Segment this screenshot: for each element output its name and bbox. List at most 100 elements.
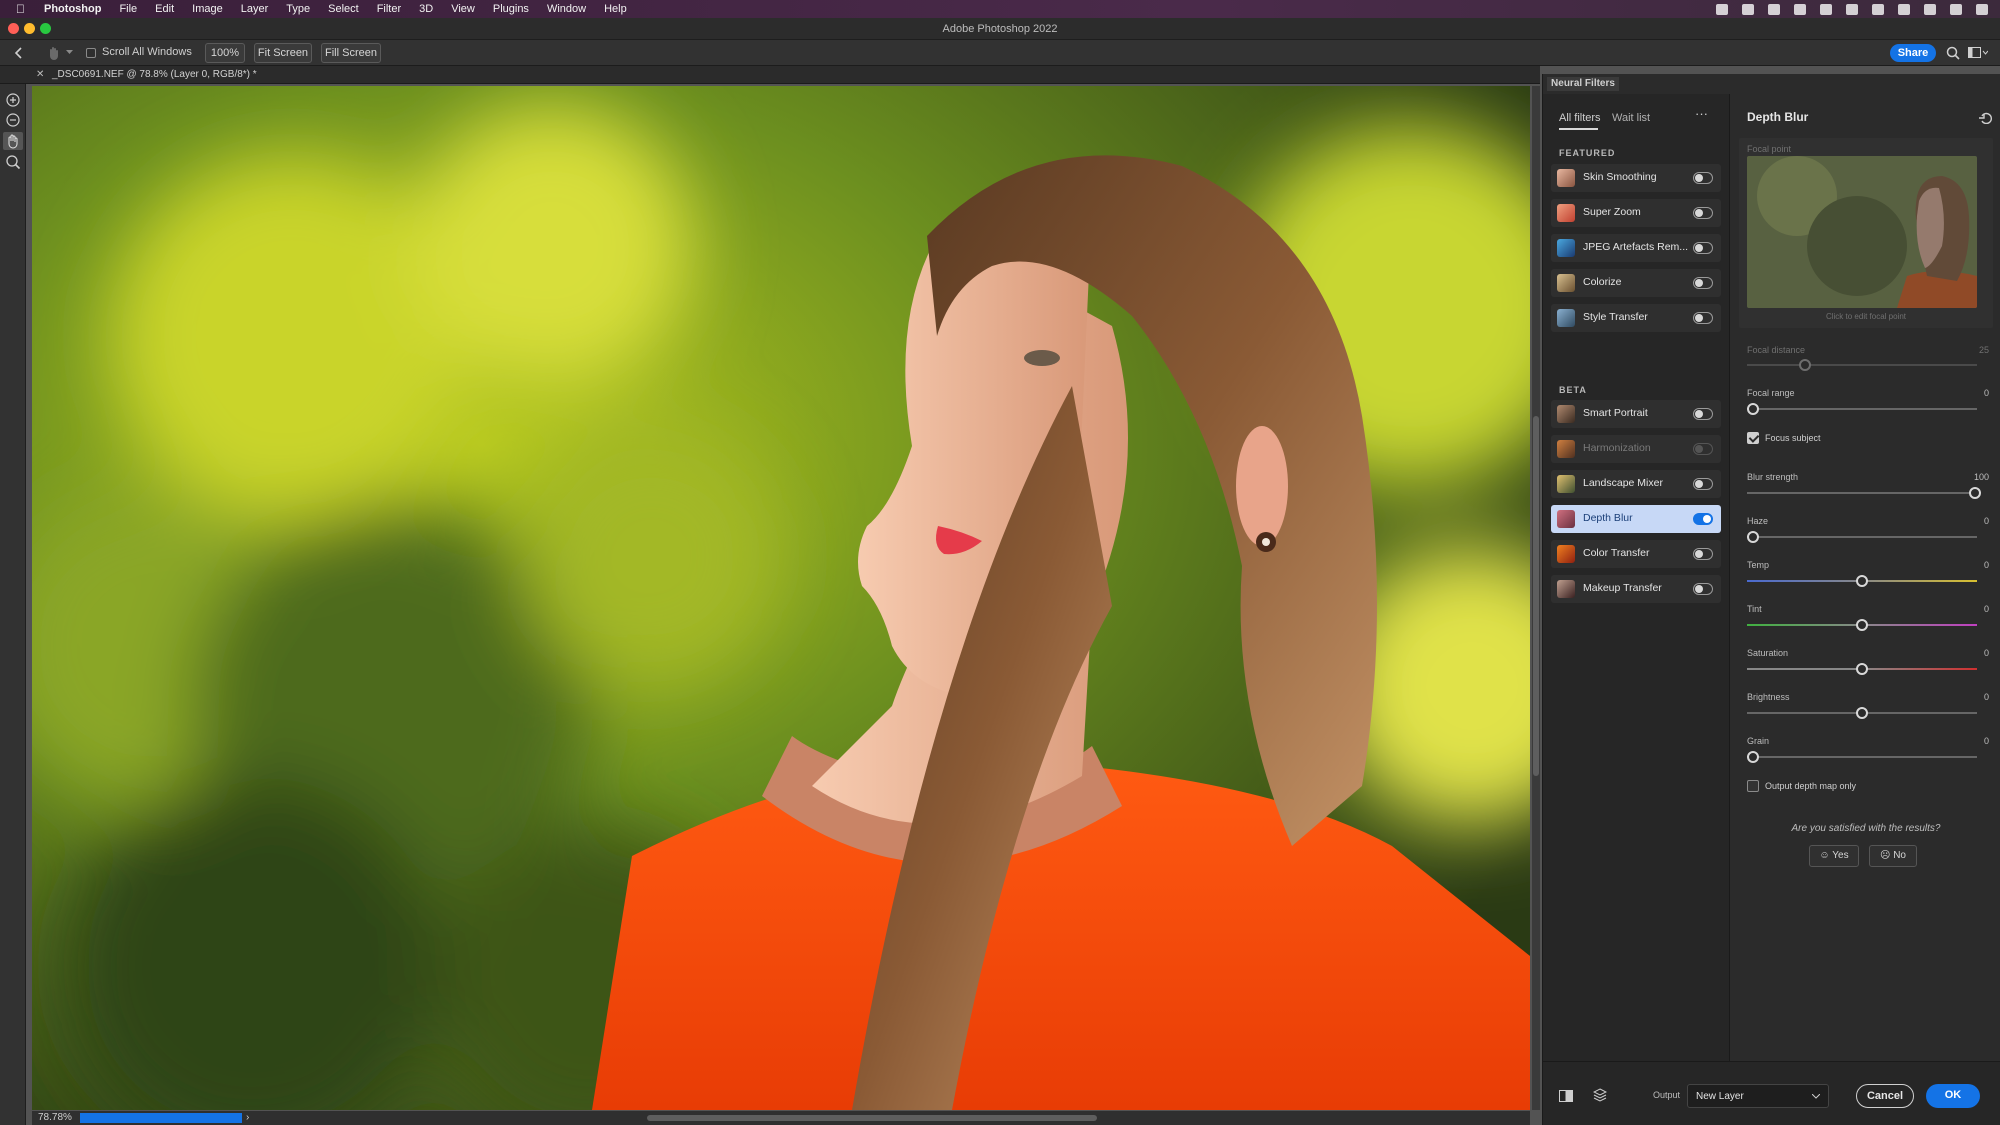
menu-filter[interactable]: Filter <box>368 0 410 18</box>
share-button[interactable]: Share <box>1890 44 1936 62</box>
close-document-icon[interactable]: ✕ <box>36 66 44 84</box>
notification-icon[interactable] <box>1976 3 1988 15</box>
scroll-all-windows-checkbox[interactable] <box>86 48 96 58</box>
workspace-icon[interactable] <box>1968 47 1988 59</box>
temp-slider-handle[interactable] <box>1856 575 1868 587</box>
minimize-window-icon[interactable] <box>24 23 35 34</box>
horizontal-scroll-thumb[interactable] <box>647 1115 1097 1121</box>
menu-window[interactable]: Window <box>538 0 595 18</box>
document-tab-title[interactable]: _DSC0691.NEF @ 78.8% (Layer 0, RGB/8*) * <box>52 66 257 84</box>
filter-toggle[interactable] <box>1693 548 1713 560</box>
focal-range-track[interactable] <box>1747 408 1977 410</box>
layers-preview-icon[interactable] <box>1593 1088 1607 1104</box>
play-icon[interactable] <box>1820 3 1832 15</box>
menu-select[interactable]: Select <box>319 0 368 18</box>
close-window-icon[interactable] <box>8 23 19 34</box>
grain-track[interactable] <box>1747 756 1977 758</box>
canvas-vertical-scrollbar[interactable] <box>1532 86 1540 1110</box>
filter-makeup-transfer[interactable]: Makeup Transfer <box>1551 575 1721 603</box>
status-expand-icon[interactable]: › <box>246 1111 249 1125</box>
haze-slider-handle[interactable] <box>1747 531 1759 543</box>
filter-landscape-mixer[interactable]: Landscape Mixer <box>1551 470 1721 498</box>
filter-colorize[interactable]: Colorize <box>1551 269 1721 297</box>
apple-menu-icon[interactable]:  <box>0 2 35 16</box>
focal-point-preview[interactable] <box>1747 156 1977 308</box>
filter-toggle[interactable] <box>1693 443 1713 455</box>
tab-wait-list[interactable]: Wait list <box>1612 112 1650 124</box>
hand-tool-preset-icon[interactable] <box>46 45 62 61</box>
filter-toggle[interactable] <box>1693 312 1713 324</box>
more-options-icon[interactable]: ··· <box>1695 106 1708 121</box>
brightness-slider-handle[interactable] <box>1856 707 1868 719</box>
time-machine-icon[interactable] <box>1794 3 1806 15</box>
filter-style-transfer[interactable]: Style Transfer <box>1551 304 1721 332</box>
siri-icon[interactable] <box>1950 3 1962 15</box>
location-icon[interactable] <box>1742 3 1754 15</box>
chevron-down-icon[interactable] <box>66 50 73 55</box>
filter-toggle[interactable] <box>1693 478 1713 490</box>
feedback-no-button[interactable]: ☹ No <box>1869 845 1917 867</box>
zoom-window-icon[interactable] <box>40 23 51 34</box>
filter-toggle[interactable] <box>1693 583 1713 595</box>
filter-smart-portrait[interactable]: Smart Portrait <box>1551 400 1721 428</box>
document-canvas[interactable] <box>32 86 1530 1110</box>
menu-view[interactable]: View <box>442 0 484 18</box>
menu-app-name[interactable]: Photoshop <box>35 0 110 18</box>
hand-tool-button[interactable] <box>3 132 23 150</box>
focus-subject-checkbox[interactable] <box>1747 432 1759 444</box>
blur-strength-slider-handle[interactable] <box>1969 487 1981 499</box>
menu-layer[interactable]: Layer <box>232 0 278 18</box>
compare-view-icon[interactable] <box>1559 1090 1573 1102</box>
zoom-tool-icon[interactable] <box>5 154 21 170</box>
zoom-out-icon[interactable] <box>5 112 21 128</box>
filter-toggle[interactable] <box>1693 172 1713 184</box>
filter-harmonization[interactable]: Harmonization <box>1551 435 1721 463</box>
spotlight-icon[interactable] <box>1898 3 1910 15</box>
creative-cloud-icon[interactable] <box>1716 3 1728 15</box>
filter-super-zoom[interactable]: Super Zoom <box>1551 199 1721 227</box>
focal-distance-slider-handle[interactable] <box>1799 359 1811 371</box>
filter-jpeg-artefacts[interactable]: JPEG Artefacts Rem... <box>1551 234 1721 262</box>
focal-distance-track[interactable] <box>1747 364 1977 366</box>
fill-screen-button[interactable]: Fill Screen <box>321 43 381 63</box>
grain-slider-handle[interactable] <box>1747 751 1759 763</box>
filter-toggle[interactable] <box>1693 242 1713 254</box>
filter-color-transfer[interactable]: Color Transfer <box>1551 540 1721 568</box>
battery-icon[interactable] <box>1846 3 1858 15</box>
menu-file[interactable]: File <box>110 0 146 18</box>
control-center-icon[interactable] <box>1924 3 1936 15</box>
panel-tab-title[interactable]: Neural Filters <box>1547 77 1619 91</box>
filter-toggle[interactable] <box>1693 277 1713 289</box>
zoom-level-readout[interactable]: 78.78% <box>38 1111 72 1125</box>
menu-help[interactable]: Help <box>595 0 636 18</box>
menu-plugins[interactable]: Plugins <box>484 0 538 18</box>
tint-slider-handle[interactable] <box>1856 619 1868 631</box>
ok-button[interactable]: OK <box>1926 1084 1980 1108</box>
filter-depth-blur[interactable]: Depth Blur <box>1551 505 1721 533</box>
focal-range-slider-handle[interactable] <box>1747 403 1759 415</box>
output-depth-map-checkbox[interactable] <box>1747 780 1759 792</box>
menu-image[interactable]: Image <box>183 0 232 18</box>
menu-edit[interactable]: Edit <box>146 0 183 18</box>
back-icon[interactable] <box>14 47 24 59</box>
filter-toggle[interactable] <box>1693 513 1713 525</box>
filter-skin-smoothing[interactable]: Skin Smoothing <box>1551 164 1721 192</box>
reset-icon[interactable] <box>1979 112 1993 124</box>
blur-strength-track[interactable] <box>1747 492 1977 494</box>
filter-toggle[interactable] <box>1693 408 1713 420</box>
haze-track[interactable] <box>1747 536 1977 538</box>
zoom-in-icon[interactable] <box>5 92 21 108</box>
fit-screen-button[interactable]: Fit Screen <box>254 43 312 63</box>
vertical-scroll-thumb[interactable] <box>1533 416 1539 776</box>
wifi-icon[interactable] <box>1872 3 1884 15</box>
feedback-yes-button[interactable]: ☺ Yes <box>1809 845 1859 867</box>
search-icon[interactable] <box>1946 46 1960 60</box>
zoom-100-button[interactable]: 100% <box>205 43 245 63</box>
cancel-button[interactable]: Cancel <box>1856 1084 1914 1108</box>
output-select[interactable]: New Layer <box>1687 1084 1829 1108</box>
tab-all-filters[interactable]: All filters <box>1559 112 1601 124</box>
display-icon[interactable] <box>1768 3 1780 15</box>
filter-toggle[interactable] <box>1693 207 1713 219</box>
menu-3d[interactable]: 3D <box>410 0 442 18</box>
menu-type[interactable]: Type <box>277 0 319 18</box>
